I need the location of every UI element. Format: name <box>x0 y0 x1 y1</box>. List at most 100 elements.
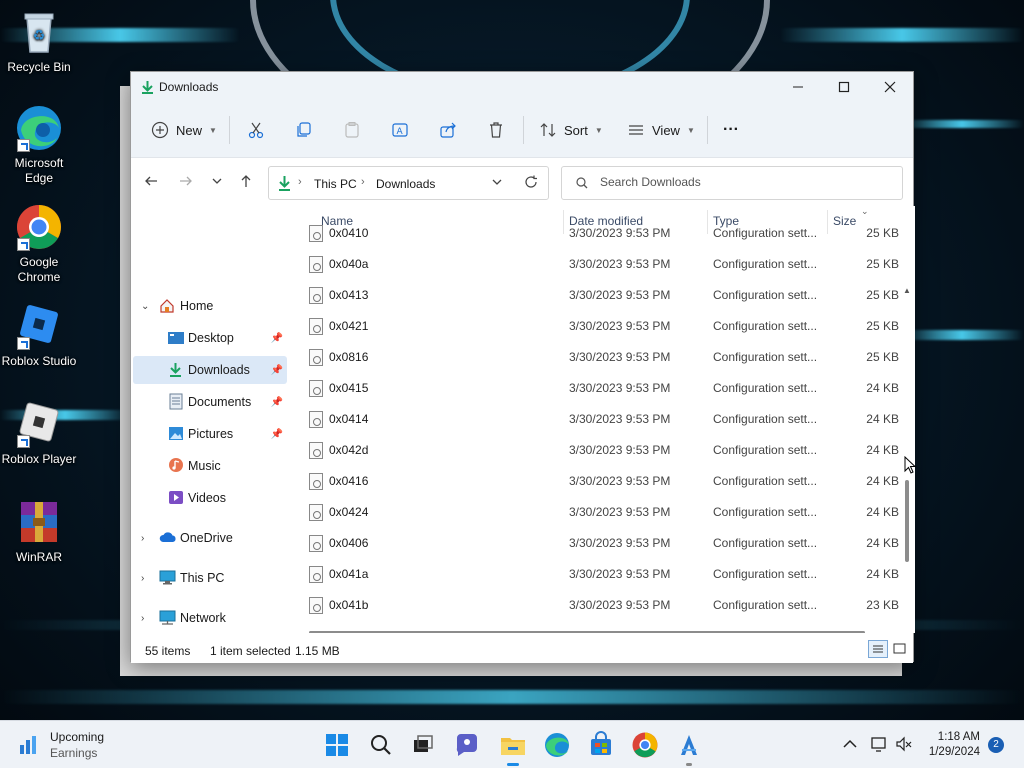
file-type: Configuration sett... <box>713 505 818 519</box>
more-options-button[interactable]: ··· <box>723 116 739 144</box>
new-button[interactable]: New ▼ <box>151 116 217 144</box>
chevron-right-icon[interactable]: › <box>141 613 144 624</box>
file-row[interactable]: 0x0816 3/30/2023 9:53 PM Configuration set… <box>291 342 901 373</box>
running-app-indicator <box>686 763 692 766</box>
config-file-icon <box>309 535 323 552</box>
file-row[interactable]: 0x040a 3/30/2023 9:53 PM Configuration set… <box>291 249 901 280</box>
rename-button[interactable]: A <box>391 116 409 144</box>
download-arrow-icon <box>169 362 187 378</box>
desktop-icon-recycle-bin[interactable]: ♻ Recycle Bin <box>0 8 78 75</box>
sidebar-item-label: This PC <box>180 571 225 585</box>
taskbar-file-explorer[interactable] <box>498 730 528 766</box>
sidebar-item-desktop[interactable]: Desktop 📌 <box>133 324 287 352</box>
chevron-right-icon[interactable]: › <box>141 533 144 544</box>
start-button[interactable] <box>322 730 352 760</box>
chevron-down-icon[interactable]: ⌄ <box>141 301 149 312</box>
file-type: Configuration sett... <box>713 443 818 457</box>
file-row[interactable]: 0x0406 3/30/2023 9:53 PM Configuration set… <box>291 528 901 559</box>
recent-locations-button[interactable] <box>207 174 227 191</box>
address-bar[interactable]: › This PC › Downloads <box>268 166 549 200</box>
chevron-right-icon[interactable]: › <box>141 573 144 584</box>
cloud-icon <box>159 531 177 547</box>
back-button[interactable] <box>141 174 161 192</box>
cut-button[interactable] <box>247 116 265 144</box>
desktop-icon-winrar[interactable]: WinRAR <box>0 498 78 565</box>
forward-button[interactable] <box>176 174 196 192</box>
minimize-button[interactable] <box>775 72 821 102</box>
file-row[interactable]: 0x0424 3/30/2023 9:53 PM Configuration set… <box>291 497 901 528</box>
network-status-button[interactable] <box>870 735 888 756</box>
file-date-modified: 3/30/2023 9:53 PM <box>569 474 671 488</box>
large-icons-view-button[interactable] <box>891 640 909 658</box>
pin-icon[interactable]: 📌 <box>271 333 283 344</box>
search-input[interactable] <box>600 175 890 189</box>
title-bar[interactable]: Downloads <box>131 72 913 102</box>
file-row[interactable]: 0x041a 3/30/2023 9:53 PM Configuration set… <box>291 559 901 590</box>
notification-badge[interactable]: 2 <box>988 737 1004 753</box>
desktop-icon-roblox-studio[interactable]: Roblox Studio <box>0 302 78 369</box>
sidebar-item-documents[interactable]: Documents 📌 <box>133 388 287 416</box>
config-file-icon <box>309 349 323 366</box>
file-row[interactable]: 0x042d 3/30/2023 9:53 PM Configuration set… <box>291 435 901 466</box>
file-row[interactable]: 0x041b 3/30/2023 9:53 PM Configuration set… <box>291 590 901 621</box>
copy-button[interactable] <box>295 116 313 144</box>
sidebar-item-pictures[interactable]: Pictures 📌 <box>133 420 287 448</box>
desktop-icon-roblox-player[interactable]: Roblox Player <box>0 400 78 467</box>
file-row[interactable]: 0x0410 3/30/2023 9:53 PM Configuration set… <box>291 218 901 249</box>
taskbar-search-button[interactable] <box>366 730 396 760</box>
file-size: 24 KB <box>866 443 899 457</box>
sidebar-item-network[interactable]: › Network <box>133 604 287 632</box>
computer-icon <box>159 570 177 586</box>
paste-button[interactable] <box>343 116 361 144</box>
sidebar-item-this-pc[interactable]: › This PC <box>133 564 287 592</box>
sidebar-item-home[interactable]: ⌄ Home <box>133 292 287 320</box>
taskbar-store[interactable] <box>586 730 616 760</box>
share-button[interactable] <box>439 116 457 144</box>
widgets-button[interactable]: Upcoming Earnings <box>18 729 138 761</box>
pin-icon[interactable]: 📌 <box>271 397 283 408</box>
desktop-icon-chrome[interactable]: Google Chrome <box>0 203 78 285</box>
sidebar-item-onedrive[interactable]: › OneDrive <box>133 524 287 552</box>
volume-button[interactable] <box>895 735 913 756</box>
sidebar-item-downloads[interactable]: Downloads 📌 <box>133 356 287 384</box>
details-view-button[interactable] <box>868 640 888 658</box>
close-button[interactable] <box>867 72 913 102</box>
file-row[interactable]: 0x0421 3/30/2023 9:53 PM Configuration set… <box>291 311 901 342</box>
file-row[interactable]: 0x0414 3/30/2023 9:53 PM Configuration set… <box>291 404 901 435</box>
sidebar-item-music[interactable]: Music <box>133 452 287 480</box>
file-type: Configuration sett... <box>713 381 818 395</box>
sidebar-item-label: Documents <box>188 395 252 409</box>
breadcrumb-downloads[interactable]: Downloads <box>376 177 435 191</box>
pin-icon[interactable]: 📌 <box>271 429 283 440</box>
refresh-button[interactable] <box>524 175 538 192</box>
breadcrumb-this-pc[interactable]: This PC <box>314 177 357 191</box>
maximize-button[interactable] <box>821 72 867 102</box>
taskbar-chrome[interactable] <box>630 730 660 760</box>
taskbar-app[interactable] <box>674 730 704 766</box>
address-history-button[interactable] <box>491 176 503 191</box>
file-row[interactable]: 0x0413 3/30/2023 9:53 PM Configuration set… <box>291 280 901 311</box>
file-date-modified: 3/30/2023 9:53 PM <box>569 226 671 240</box>
file-type: Configuration sett... <box>713 567 818 581</box>
search-box[interactable] <box>561 166 903 200</box>
chat-button[interactable] <box>452 730 482 760</box>
taskbar-edge[interactable] <box>542 730 572 760</box>
show-hidden-icons-button[interactable] <box>842 736 858 755</box>
view-button[interactable]: View ▼ <box>627 116 695 144</box>
file-size: 23 KB <box>866 598 899 612</box>
task-view-button[interactable] <box>408 730 438 760</box>
file-row[interactable]: 0x0415 3/30/2023 9:53 PM Configuration set… <box>291 373 901 404</box>
sort-button[interactable]: Sort ▼ <box>539 116 603 144</box>
clock[interactable]: 1:18 AM 1/29/2024 <box>929 730 980 760</box>
clock-date: 1/29/2024 <box>928 746 980 758</box>
file-name: 0x041b <box>329 598 369 612</box>
desktop-icon-edge[interactable]: Microsoft Edge <box>0 104 78 186</box>
file-row[interactable]: 0x0416 3/30/2023 9:53 PM Configuration set… <box>291 466 901 497</box>
config-file-icon <box>309 380 323 397</box>
sidebar-item-videos[interactable]: Videos <box>133 484 287 512</box>
scroll-up-icon[interactable]: ▲ <box>903 286 911 295</box>
pin-icon[interactable]: 📌 <box>271 365 283 376</box>
scrollbar-thumb[interactable] <box>905 480 909 562</box>
up-button[interactable] <box>236 174 256 192</box>
delete-button[interactable] <box>487 116 505 144</box>
